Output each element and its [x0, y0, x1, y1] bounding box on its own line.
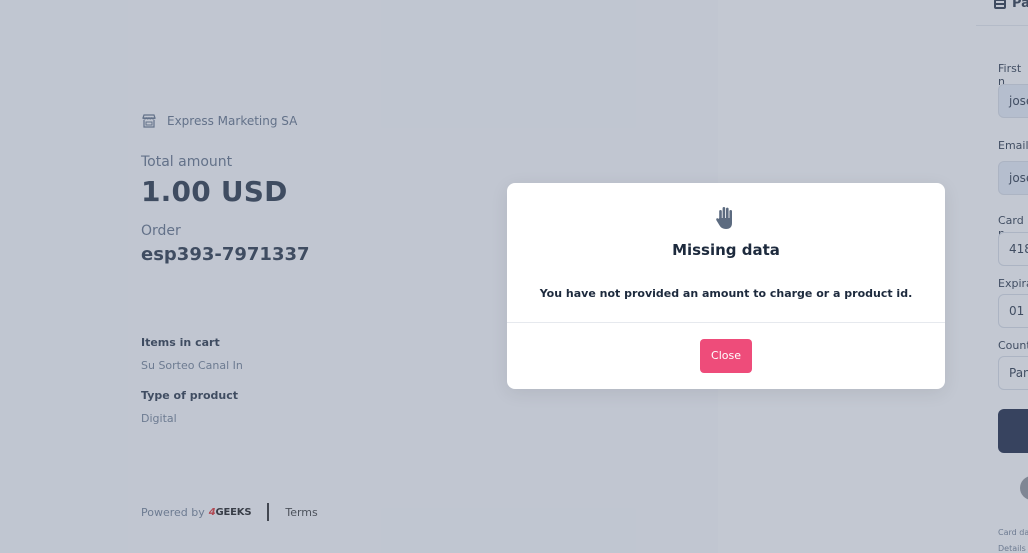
close-button[interactable]: Close	[700, 339, 752, 373]
missing-data-modal: Missing data You have not provided an am…	[507, 183, 945, 389]
checkout-page: Express Marketing SA Total amount 1.00 U…	[0, 0, 1028, 553]
modal-title: Missing data	[672, 241, 780, 259]
hand-stop-icon	[716, 207, 732, 229]
modal-divider	[507, 322, 945, 323]
modal-message: You have not provided an amount to charg…	[539, 287, 913, 300]
